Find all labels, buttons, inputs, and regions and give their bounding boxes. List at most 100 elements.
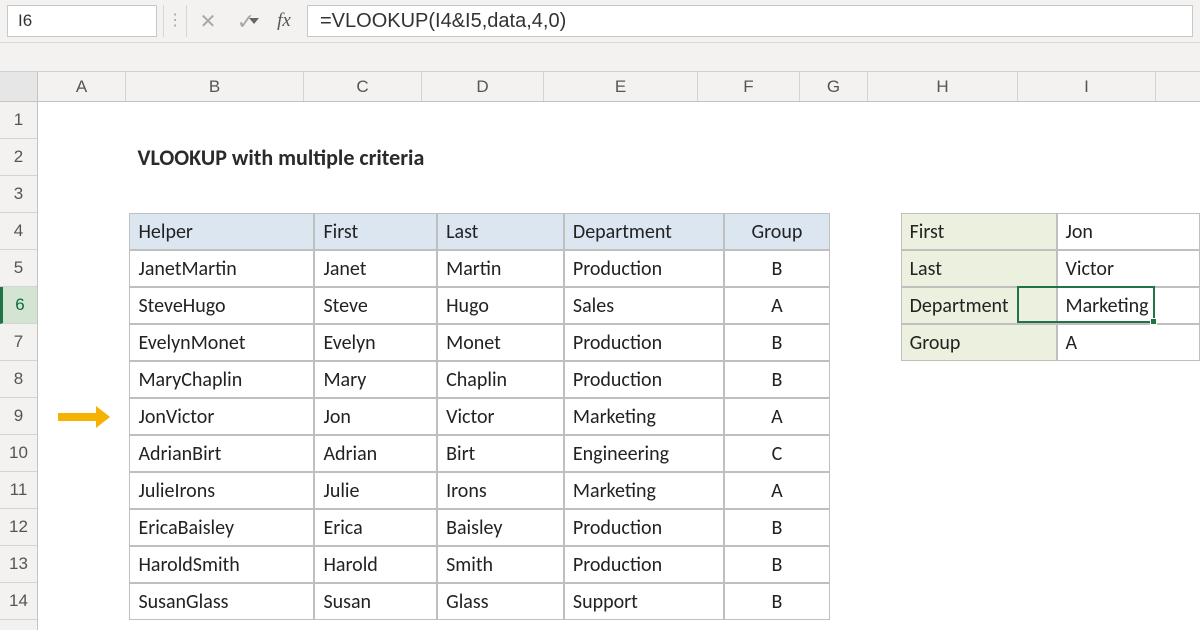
cell-I2[interactable] [1057,139,1200,176]
cell-G13[interactable] [830,546,901,583]
fx-icon[interactable]: fx [265,0,303,42]
column-header-D[interactable]: D [422,72,544,101]
column-header-C[interactable]: C [304,72,422,101]
cell-A8[interactable] [38,361,129,398]
cell-E9[interactable]: Marketing [564,398,724,435]
cell-B13[interactable]: HaroldSmith [129,546,314,583]
cell-B6[interactable]: SteveHugo [129,287,314,324]
cell-H4[interactable]: First [901,213,1057,250]
column-header-H[interactable]: H [868,72,1018,101]
cell-D11[interactable]: Irons [437,472,564,509]
name-box[interactable] [7,5,157,37]
row-header-3[interactable]: 3 [0,176,37,213]
cell-I8[interactable] [1057,361,1200,398]
cell-G12[interactable] [830,509,901,546]
cell-I3[interactable] [1057,176,1200,213]
cell-C10[interactable]: Adrian [314,435,437,472]
cell-H9[interactable] [901,398,1057,435]
cell-I6[interactable]: Marketing [1057,287,1200,324]
cell-H6[interactable]: Department [901,287,1057,324]
cell-B8[interactable]: MaryChaplin [129,361,314,398]
cell-C5[interactable]: Janet [314,250,437,287]
cell-F1[interactable] [724,102,830,139]
cell-E3[interactable] [564,176,724,213]
cells-area[interactable]: VLOOKUP with multiple criteriaHelperFirs… [38,102,1200,630]
cell-B7[interactable]: EvelynMonet [129,324,314,361]
cell-B14[interactable]: SusanGlass [129,583,314,620]
cell-B4[interactable]: Helper [129,213,314,250]
cell-E8[interactable]: Production [564,361,724,398]
cell-C7[interactable]: Evelyn [314,324,437,361]
cell-D6[interactable]: Hugo [437,287,564,324]
cell-F13[interactable]: B [724,546,830,583]
cell-A2[interactable] [38,139,129,176]
cell-H12[interactable] [901,509,1057,546]
cell-G6[interactable] [830,287,901,324]
row-header-9[interactable]: 9 [0,398,37,435]
cell-B1[interactable] [129,102,314,139]
cell-B2[interactable]: VLOOKUP with multiple criteria [129,139,829,176]
row-header-8[interactable]: 8 [0,361,37,398]
cell-A14[interactable] [38,583,129,620]
cell-H10[interactable] [901,435,1057,472]
cell-F11[interactable]: A [724,472,830,509]
column-header-B[interactable]: B [126,72,304,101]
cell-A4[interactable] [38,213,129,250]
cell-H1[interactable] [901,102,1057,139]
cell-B5[interactable]: JanetMartin [129,250,314,287]
formula-input[interactable]: =VLOOKUP(I4&I5,data,4,0) [307,5,1193,37]
cell-E6[interactable]: Sales [564,287,724,324]
cell-G9[interactable] [830,398,901,435]
cell-B10[interactable]: AdrianBirt [129,435,314,472]
row-header-7[interactable]: 7 [0,324,37,361]
cell-E14[interactable]: Support [564,583,724,620]
cell-D1[interactable] [437,102,564,139]
column-header-A[interactable]: A [38,72,126,101]
column-header-F[interactable]: F [698,72,800,101]
cell-C11[interactable]: Julie [314,472,437,509]
cell-B12[interactable]: EricaBaisley [129,509,314,546]
cell-A10[interactable] [38,435,129,472]
cell-H11[interactable] [901,472,1057,509]
enter-icon[interactable]: ✓ [227,0,265,42]
cell-D7[interactable]: Monet [437,324,564,361]
spreadsheet-grid[interactable]: ABCDEFGHI 1234567891011121314 VLOOKUP wi… [0,72,1200,630]
cell-C4[interactable]: First [314,213,437,250]
cell-E13[interactable]: Production [564,546,724,583]
cell-G7[interactable] [830,324,901,361]
cell-F14[interactable]: B [724,583,830,620]
row-header-11[interactable]: 11 [0,472,37,509]
more-icon[interactable]: ⋮ [166,0,184,42]
cell-E10[interactable]: Engineering [564,435,724,472]
cell-G5[interactable] [830,250,901,287]
cell-H7[interactable]: Group [901,324,1057,361]
cell-B3[interactable] [129,176,314,213]
cell-H13[interactable] [901,546,1057,583]
cell-F3[interactable] [724,176,830,213]
cell-C14[interactable]: Susan [314,583,437,620]
cell-F9[interactable]: A [724,398,830,435]
cell-I4[interactable]: Jon [1057,213,1200,250]
cell-I7[interactable]: A [1057,324,1200,361]
cell-D4[interactable]: Last [437,213,564,250]
cell-G8[interactable] [830,361,901,398]
cell-A1[interactable] [38,102,129,139]
cell-I1[interactable] [1057,102,1200,139]
cell-A13[interactable] [38,546,129,583]
cell-I5[interactable]: Victor [1057,250,1200,287]
cell-I11[interactable] [1057,472,1200,509]
cell-E1[interactable] [564,102,724,139]
cell-G3[interactable] [830,176,901,213]
cell-C9[interactable]: Jon [314,398,437,435]
row-header-10[interactable]: 10 [0,435,37,472]
cell-D9[interactable]: Victor [437,398,564,435]
select-all-corner[interactable] [0,72,38,101]
cell-A3[interactable] [38,176,129,213]
cell-B9[interactable]: JonVictor [129,398,314,435]
cell-A12[interactable] [38,509,129,546]
cell-G2[interactable] [830,139,901,176]
cell-H14[interactable] [901,583,1057,620]
cell-F6[interactable]: A [724,287,830,324]
cell-I9[interactable] [1057,398,1200,435]
cell-E4[interactable]: Department [564,213,724,250]
